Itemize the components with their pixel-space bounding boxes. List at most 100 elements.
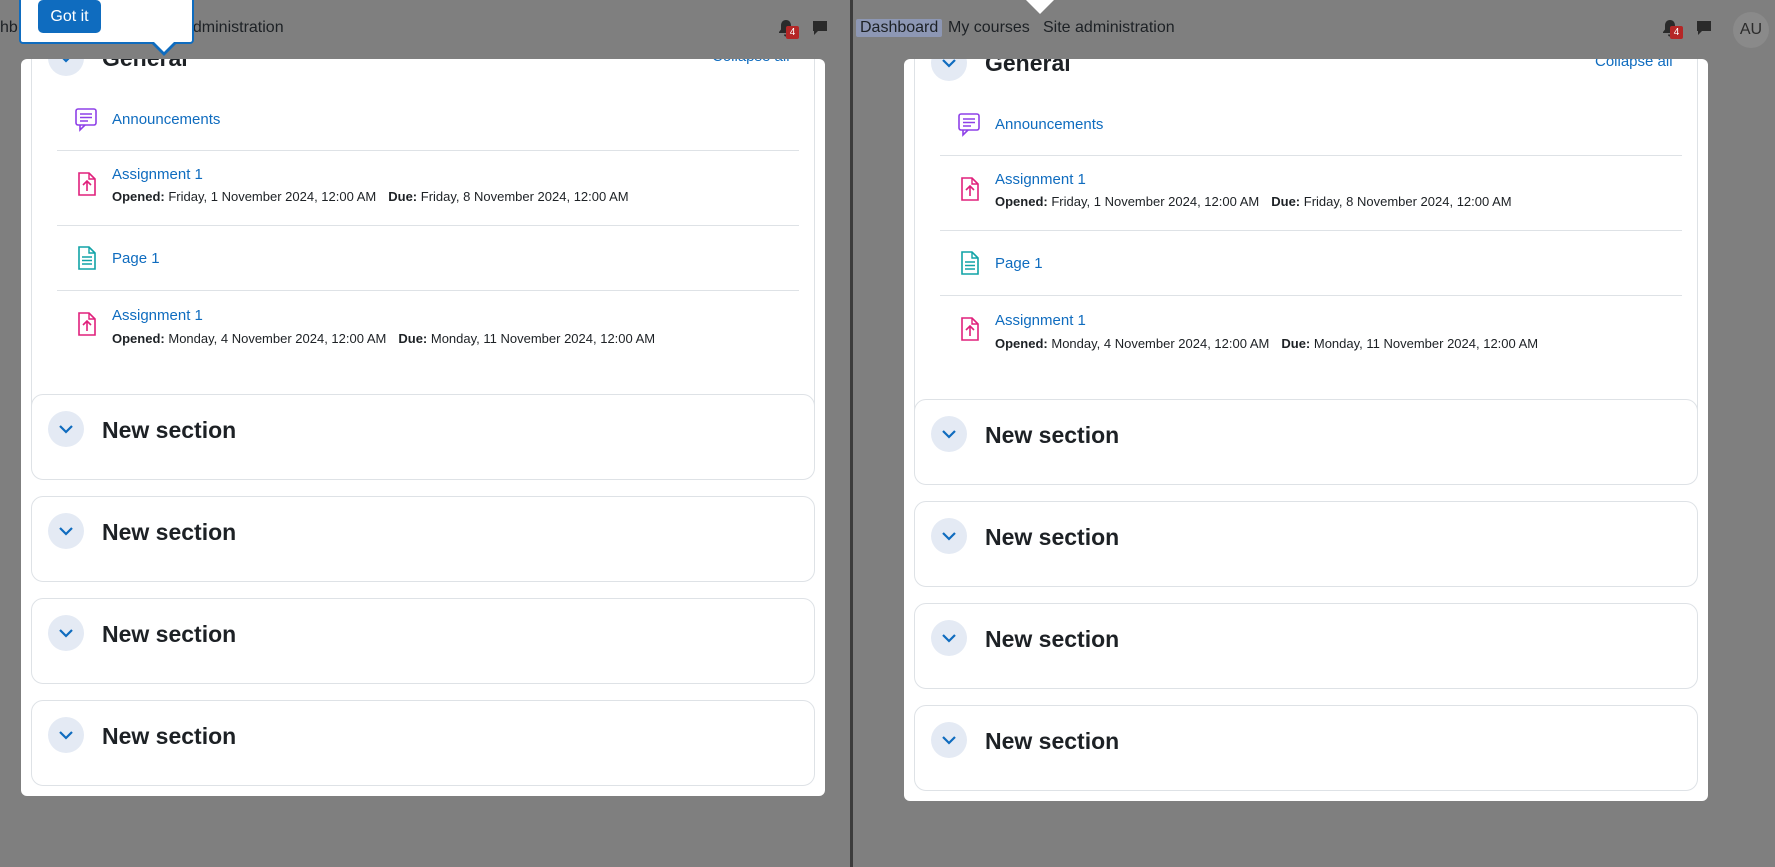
- forum-icon: [73, 106, 99, 132]
- collapse-general-toggle[interactable]: [931, 59, 967, 81]
- opened-date: Monday, 4 November 2024, 12:00 AM: [1051, 336, 1270, 351]
- chevron-down-icon: [59, 527, 73, 536]
- opened-date: Friday, 1 November 2024, 12:00 AM: [1051, 194, 1260, 209]
- activity-link[interactable]: Assignment 1: [995, 171, 1086, 188]
- assignment-icon: [956, 316, 982, 342]
- chevron-down-icon: [942, 532, 956, 541]
- section-title: New section: [102, 519, 237, 545]
- assignment-icon: [73, 171, 99, 197]
- due-date: Friday, 8 November 2024, 12:00 AM: [1303, 194, 1512, 209]
- nav-dashboard[interactable]: Dashboard: [856, 19, 943, 37]
- activity-link[interactable]: Announcements: [112, 111, 220, 128]
- chevron-down-icon: [59, 629, 73, 638]
- activity-link[interactable]: Assignment 1: [995, 312, 1086, 329]
- notification-count-badge: 4: [1670, 26, 1683, 39]
- expand-section-toggle[interactable]: [48, 513, 84, 549]
- due-label: Due:: [388, 189, 418, 204]
- section-new-1: New section: [914, 399, 1698, 485]
- expand-section-toggle[interactable]: [931, 518, 967, 554]
- opened-label: Opened:: [112, 331, 165, 346]
- due-label: Due:: [1271, 194, 1301, 209]
- section-title: New section: [985, 524, 1120, 550]
- expand-section-toggle[interactable]: [931, 620, 967, 656]
- expand-section-toggle[interactable]: [48, 615, 84, 651]
- opened-date: Friday, 1 November 2024, 12:00 AM: [168, 189, 377, 204]
- assignment-icon: [73, 311, 99, 337]
- expand-section-toggle[interactable]: [931, 416, 967, 452]
- expand-section-toggle[interactable]: [48, 717, 84, 753]
- due-label: Due:: [1281, 336, 1311, 351]
- activity-link[interactable]: Announcements: [995, 116, 1103, 133]
- activity-announcements: Announcements: [57, 88, 799, 151]
- notification-count-badge: 4: [786, 26, 799, 39]
- section-new-2: New section: [914, 501, 1698, 587]
- activity-link[interactable]: Assignment 1: [112, 166, 203, 183]
- due-label: Due:: [398, 331, 428, 346]
- section-title: New section: [102, 723, 237, 749]
- forum-icon: [956, 111, 982, 137]
- section-title: New section: [985, 728, 1120, 754]
- opened-label: Opened:: [112, 189, 165, 204]
- course-content-card: General Collapse all Announcements Assig…: [904, 59, 1708, 801]
- collapse-general-toggle[interactable]: [48, 59, 84, 76]
- nav-dashboard-fragment[interactable]: hb: [0, 19, 18, 37]
- section-title: New section: [985, 422, 1120, 448]
- messages-button[interactable]: [810, 18, 830, 38]
- activity-dates: Opened: Friday, 1 November 2024, 12:00 A…: [995, 194, 1512, 209]
- notifications-button[interactable]: 4: [776, 18, 799, 39]
- activity-dates: Opened: Friday, 1 November 2024, 12:00 A…: [112, 189, 629, 204]
- section-title-general: General: [985, 59, 1071, 76]
- page-icon: [73, 245, 99, 271]
- due-date: Monday, 11 November 2024, 12:00 AM: [1313, 336, 1539, 351]
- user-avatar[interactable]: AU: [1733, 12, 1769, 48]
- due-date: Friday, 8 November 2024, 12:00 AM: [420, 189, 629, 204]
- opened-label: Opened:: [995, 336, 1048, 351]
- course-content-card: General Collapse all Announcements Assig…: [21, 59, 825, 796]
- top-navbar: Dashboard My courses Site administration…: [853, 0, 1775, 58]
- chevron-down-icon: [59, 731, 73, 740]
- opened-date: Monday, 4 November 2024, 12:00 AM: [168, 331, 387, 346]
- section-new-3: New section: [914, 603, 1698, 689]
- user-tour-popover: Got it: [19, 0, 194, 44]
- activity-assignment-1: Assignment 1 Opened: Friday, 1 November …: [57, 151, 799, 226]
- activity-assignment-2: Assignment 1 Opened: Monday, 4 November …: [940, 296, 1682, 372]
- section-new-1: New section: [31, 394, 815, 480]
- section-title: New section: [102, 621, 237, 647]
- activity-page-1: Page 1: [940, 231, 1682, 296]
- section-general: General Collapse all Announcements Assig…: [914, 59, 1698, 441]
- notifications-button[interactable]: 4: [1660, 18, 1683, 39]
- activity-dates: Opened: Monday, 4 November 2024, 12:00 A…: [995, 336, 1538, 351]
- activity-dates: Opened: Monday, 4 November 2024, 12:00 A…: [112, 331, 655, 346]
- chat-icon: [1697, 21, 1711, 35]
- got-it-button[interactable]: Got it: [38, 0, 101, 33]
- expand-section-toggle[interactable]: [931, 722, 967, 758]
- page-icon: [956, 250, 982, 276]
- activity-link[interactable]: Page 1: [112, 250, 160, 267]
- messages-button[interactable]: [1694, 18, 1714, 38]
- section-new-3: New section: [31, 598, 815, 684]
- section-general: General Collapse all Announcements Assig…: [31, 59, 815, 436]
- chevron-down-icon: [62, 59, 70, 63]
- due-date: Monday, 11 November 2024, 12:00 AM: [430, 331, 656, 346]
- collapse-all-link[interactable]: Collapse all: [712, 59, 790, 65]
- right-pane: Dashboard My courses Site administration…: [853, 0, 1775, 867]
- chat-icon: [813, 21, 827, 35]
- activity-assignment-2: Assignment 1 Opened: Monday, 4 November …: [57, 291, 799, 367]
- activity-assignment-1: Assignment 1 Opened: Friday, 1 November …: [940, 156, 1682, 231]
- nav-site-administration[interactable]: administration: [184, 19, 284, 37]
- nav-site-administration[interactable]: Site administration: [1043, 19, 1175, 37]
- chevron-down-icon: [942, 736, 956, 745]
- chevron-down-icon: [942, 430, 956, 439]
- section-title: New section: [985, 626, 1120, 652]
- expand-section-toggle[interactable]: [48, 411, 84, 447]
- nav-my-courses[interactable]: My courses: [948, 19, 1030, 37]
- activity-page-1: Page 1: [57, 226, 799, 291]
- chevron-down-icon: [942, 59, 956, 68]
- section-title-general: General: [102, 59, 188, 72]
- activity-link[interactable]: Page 1: [995, 255, 1043, 272]
- chevron-down-icon: [59, 425, 73, 434]
- collapse-all-link[interactable]: Collapse all: [1595, 59, 1673, 70]
- section-new-4: New section: [31, 700, 815, 786]
- opened-label: Opened:: [995, 194, 1048, 209]
- activity-link[interactable]: Assignment 1: [112, 307, 203, 324]
